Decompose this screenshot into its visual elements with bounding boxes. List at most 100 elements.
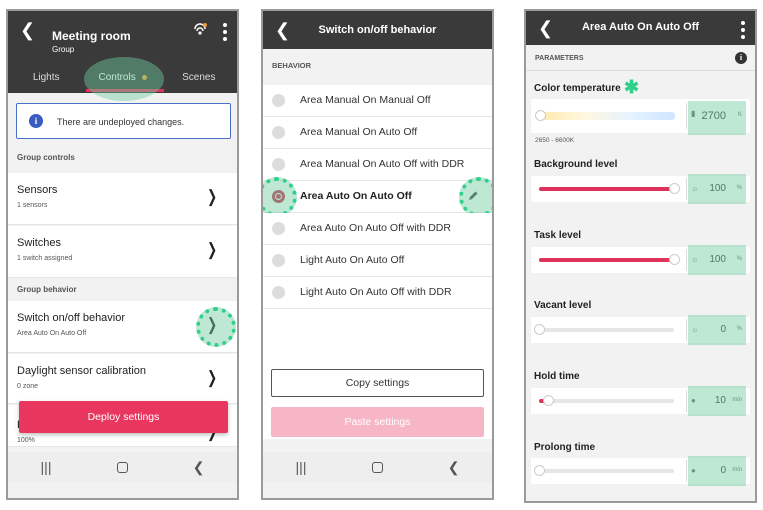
chevron-right-icon: ❯ (206, 368, 217, 387)
radio-unselected[interactable] (272, 222, 285, 235)
background-level-label: Background level (534, 159, 618, 170)
radio-unselected[interactable] (272, 158, 285, 171)
sensor-icon[interactable] (193, 23, 207, 37)
task-level-slider[interactable] (539, 254, 680, 265)
option-label: Light Auto On Auto Off (300, 254, 405, 266)
sensors-title: Sensors (17, 184, 58, 196)
more-options-icon[interactable] (741, 21, 745, 42)
slider-knob[interactable] (543, 395, 555, 406)
color-temp-range: 2650 - 6600K (535, 137, 575, 144)
option-row[interactable]: Area Manual On Manual Off (263, 85, 492, 117)
controls-tab-highlight (84, 57, 164, 101)
nav-back-icon[interactable]: ❮ (193, 459, 205, 476)
option-row[interactable]: Area Manual On Auto Off with DDR (263, 149, 492, 181)
vacant-level-slider[interactable] (534, 324, 674, 335)
page-subtitle: Group (52, 45, 75, 54)
page-title: Area Auto On Auto Off (581, 21, 700, 33)
app-header: ❮ Area Auto On Auto Off (526, 11, 755, 45)
color-temp-label: Color temperature (534, 83, 621, 94)
paste-settings-button[interactable]: Paste settings (271, 407, 484, 437)
hold-time-label: Hold time (534, 371, 580, 382)
switches-sub: 1 switch assigned (17, 255, 73, 262)
daylight-sub: 0 zone (17, 383, 39, 390)
switch-behavior-sub: Area Auto On Auto Off (17, 330, 87, 337)
option-row[interactable]: Light Auto On Auto Off (263, 245, 492, 277)
nav-back-icon[interactable]: ❮ (448, 459, 460, 476)
parameters-bar: PARAMETERS i (526, 45, 755, 71)
background-level-slider[interactable] (539, 183, 680, 194)
deploy-settings-button[interactable]: Deploy settings (19, 401, 228, 433)
radio-unselected[interactable] (272, 126, 285, 139)
radio-unselected[interactable] (272, 94, 285, 107)
slider-knob[interactable] (534, 465, 545, 476)
chevron-right-icon: ❯ (206, 187, 217, 206)
tab-scenes[interactable]: Scenes (161, 69, 237, 93)
area-auto-parameters-screen: ❮ Area Auto On Auto Off PARAMETERS i Col… (524, 9, 757, 503)
slider-fill (539, 258, 674, 262)
task-level-label: Task level (534, 230, 582, 241)
switch-behavior-screen: ❮ Switch on/off behavior BEHAVIOR Area M… (261, 9, 494, 500)
option-label: Area Manual On Auto Off (300, 126, 418, 138)
more-options-icon[interactable] (223, 23, 227, 44)
value-highlight (688, 456, 746, 486)
option-row-selected[interactable]: Area Auto On Auto Off (263, 181, 492, 213)
back-arrow-icon[interactable]: ❮ (20, 21, 35, 39)
recent-apps-icon[interactable]: ||| (296, 459, 307, 475)
switches-item[interactable]: Switches 1 switch assigned ❯ (8, 226, 237, 278)
page-title: Meeting room (52, 29, 131, 43)
info-icon: i (29, 114, 43, 128)
value-highlight (688, 386, 746, 416)
home-icon[interactable] (116, 461, 128, 473)
copy-settings-button[interactable]: Copy settings (271, 369, 484, 397)
hidden-item-sub: 100% (17, 437, 35, 444)
option-label: Area Auto On Auto Off with DDR (300, 222, 451, 234)
option-label: Area Auto On Auto Off (300, 190, 412, 202)
page-title: Switch on/off behavior (318, 24, 437, 36)
meeting-room-screen: ❮ Meeting room Group Lights Controls Sce… (6, 9, 239, 500)
tab-lights[interactable]: Lights (8, 69, 84, 93)
notice-text: There are undeployed changes. (57, 117, 185, 127)
radio-unselected[interactable] (272, 286, 285, 299)
sensors-sub: 1 sensors (17, 202, 48, 209)
vacant-level-label: Vacant level (534, 300, 592, 311)
color-temp-slider[interactable] (535, 110, 675, 121)
option-label: Light Auto On Auto Off with DDR (300, 286, 452, 298)
slider-knob[interactable] (669, 183, 680, 194)
value-highlight (688, 315, 746, 345)
slider-fill (539, 187, 674, 191)
undeployed-notice: i There are undeployed changes. (16, 103, 231, 139)
option-label: Area Manual On Manual Off (300, 94, 431, 106)
daylight-item[interactable]: Daylight sensor calibration 0 zone ❯ (8, 354, 237, 404)
chevron-right-icon: ❯ (206, 240, 217, 259)
behavior-header: BEHAVIOR (272, 61, 312, 70)
option-row[interactable]: Light Auto On Auto Off with DDR (263, 277, 492, 309)
home-icon[interactable] (371, 461, 383, 473)
slider-knob[interactable] (669, 254, 680, 265)
slider-knob[interactable] (534, 324, 545, 335)
system-nav-bar: ||| ❮ (8, 452, 237, 482)
slider-knob[interactable] (535, 110, 546, 121)
chevron-dotted-ring (196, 307, 236, 347)
prolong-time-slider[interactable] (534, 465, 674, 476)
asterisk-marker-icon: ✱ (624, 77, 640, 97)
group-controls-header: Group controls (17, 153, 75, 162)
option-label: Area Manual On Auto Off with DDR (300, 158, 465, 170)
option-row[interactable]: Area Manual On Auto Off (263, 117, 492, 149)
recent-apps-icon[interactable]: ||| (41, 459, 52, 475)
value-highlight (688, 174, 746, 204)
daylight-title: Daylight sensor calibration (17, 365, 147, 377)
prolong-time-label: Prolong time (534, 442, 596, 453)
value-highlight (688, 245, 746, 275)
switches-title: Switches (17, 237, 62, 249)
switch-behavior-title: Switch on/off behavior (17, 312, 126, 324)
hold-time-slider[interactable] (539, 395, 674, 406)
parameters-header: PARAMETERS (535, 55, 584, 62)
system-nav-bar: ||| ❮ (263, 452, 492, 482)
sensors-item[interactable]: Sensors 1 sensors ❯ (8, 173, 237, 225)
app-header: ❮ Switch on/off behavior (263, 11, 492, 49)
radio-unselected[interactable] (272, 254, 285, 267)
info-icon[interactable]: i (735, 52, 747, 64)
group-behavior-header: Group behavior (17, 285, 77, 294)
value-highlight (688, 101, 746, 135)
option-row[interactable]: Area Auto On Auto Off with DDR (263, 213, 492, 245)
